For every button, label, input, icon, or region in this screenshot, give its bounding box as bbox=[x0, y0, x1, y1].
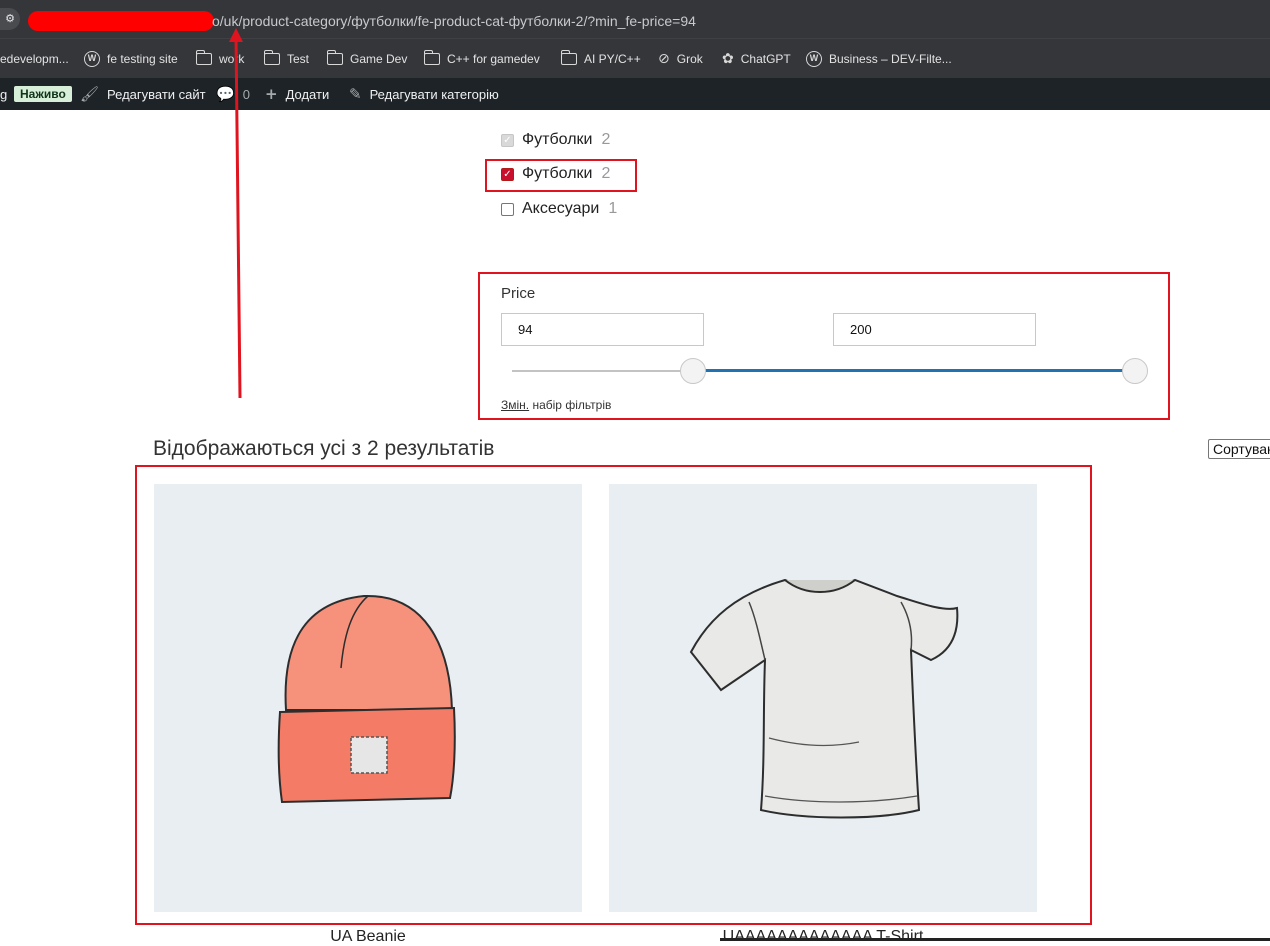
sort-select[interactable]: Сортування bbox=[1208, 439, 1270, 459]
tune-icon[interactable]: ⚙ bbox=[0, 8, 20, 30]
product-title[interactable]: UA Beanie bbox=[154, 928, 582, 946]
edit-site-label: Редагувати сайт bbox=[107, 86, 206, 102]
wordpress-icon: W bbox=[84, 51, 100, 67]
edit-category-button[interactable]: ✎ Редагувати категорію bbox=[349, 78, 499, 110]
product-title[interactable]: UAAAAAAAAAAAAA T-Shirt bbox=[609, 928, 1037, 946]
url-text[interactable]: o/uk/product-category/футболки/fe-produc… bbox=[212, 11, 696, 31]
category-filter-item[interactable]: Аксесуари 1 bbox=[501, 198, 617, 220]
bookmark-item[interactable]: Game Dev bbox=[326, 49, 408, 69]
bookmark-label: AI PY/C++ bbox=[584, 52, 641, 66]
edit-category-label: Редагувати категорію bbox=[369, 86, 499, 102]
category-checkbox[interactable]: ✓ bbox=[501, 133, 514, 147]
grok-icon: ⊘ bbox=[658, 51, 670, 67]
admin-bar-site-name[interactable]: g bbox=[0, 78, 7, 110]
bookmark-item[interactable]: work bbox=[195, 49, 245, 69]
folder-icon bbox=[195, 50, 212, 65]
add-new-button[interactable]: + Додати bbox=[265, 78, 329, 110]
bookmark-label: work bbox=[219, 52, 245, 66]
edit-site-button[interactable]: 🖌 Редагувати сайт bbox=[80, 78, 206, 110]
folder-icon bbox=[423, 50, 440, 65]
browser-toolbar: ⚙ o/uk/product-category/футболки/fe-prod… bbox=[0, 0, 1270, 38]
category-count: 2 bbox=[601, 131, 611, 148]
bookmark-label: Game Dev bbox=[350, 52, 408, 66]
bookmark-item[interactable]: edevelopm... bbox=[0, 49, 69, 69]
annotation-box-category bbox=[485, 159, 637, 192]
annotation-box-products bbox=[135, 465, 1092, 925]
bookmark-item[interactable]: Test bbox=[263, 49, 310, 69]
bookmark-label: edevelopm... bbox=[0, 52, 69, 66]
plus-icon: + bbox=[265, 85, 278, 103]
annotation-box-price bbox=[478, 272, 1170, 420]
wp-admin-bar: g Наживо 🖌 Редагувати сайт 💬 0 + Додати … bbox=[0, 78, 1270, 110]
category-filter-item[interactable]: ✓ Футболки 2 bbox=[501, 129, 610, 151]
redaction-mark bbox=[28, 11, 214, 31]
bookmark-item[interactable]: C++ for gamedev bbox=[423, 49, 540, 69]
folder-icon bbox=[326, 50, 343, 65]
bookmark-label: Test bbox=[287, 52, 310, 66]
bookmark-item[interactable]: W fe testing site bbox=[84, 49, 178, 69]
category-checkbox[interactable] bbox=[501, 202, 514, 216]
folder-icon bbox=[263, 50, 280, 65]
category-label: Аксесуари bbox=[522, 200, 600, 217]
brush-icon: 🖌 bbox=[80, 85, 100, 103]
comment-icon: 💬 bbox=[216, 85, 235, 103]
comments-count: 0 bbox=[242, 86, 250, 102]
category-count: 1 bbox=[608, 200, 618, 217]
bookmark-item[interactable]: W Business – DEV-Filte... bbox=[806, 49, 952, 69]
bookmark-label: ChatGPT bbox=[740, 52, 791, 66]
live-badge: Наживо bbox=[14, 86, 72, 102]
comments-button[interactable]: 💬 0 bbox=[216, 78, 250, 110]
bookmark-item[interactable]: ✿ ChatGPT bbox=[722, 49, 791, 69]
bookmark-label: fe testing site bbox=[107, 52, 178, 66]
folder-icon bbox=[560, 50, 577, 65]
chatgpt-icon: ✿ bbox=[722, 51, 734, 67]
bookmarks-bar: edevelopm... W fe testing site work Test… bbox=[0, 38, 1270, 78]
bookmark-label: Business – DEV-Filte... bbox=[829, 52, 952, 66]
bookmark-item[interactable]: AI PY/C++ bbox=[560, 49, 641, 69]
bookmark-label: Grok bbox=[676, 52, 703, 66]
add-new-label: Додати bbox=[285, 86, 330, 102]
bookmark-label: C++ for gamedev bbox=[447, 52, 540, 66]
bookmark-item[interactable]: ⊘ Grok bbox=[658, 49, 703, 69]
results-count: Відображаються усі з 2 результатів bbox=[153, 437, 495, 460]
pencil-icon: ✎ bbox=[349, 85, 362, 103]
wordpress-icon: W bbox=[806, 51, 822, 67]
category-label: Футболки bbox=[522, 131, 593, 148]
live-status[interactable]: Наживо bbox=[14, 78, 72, 110]
